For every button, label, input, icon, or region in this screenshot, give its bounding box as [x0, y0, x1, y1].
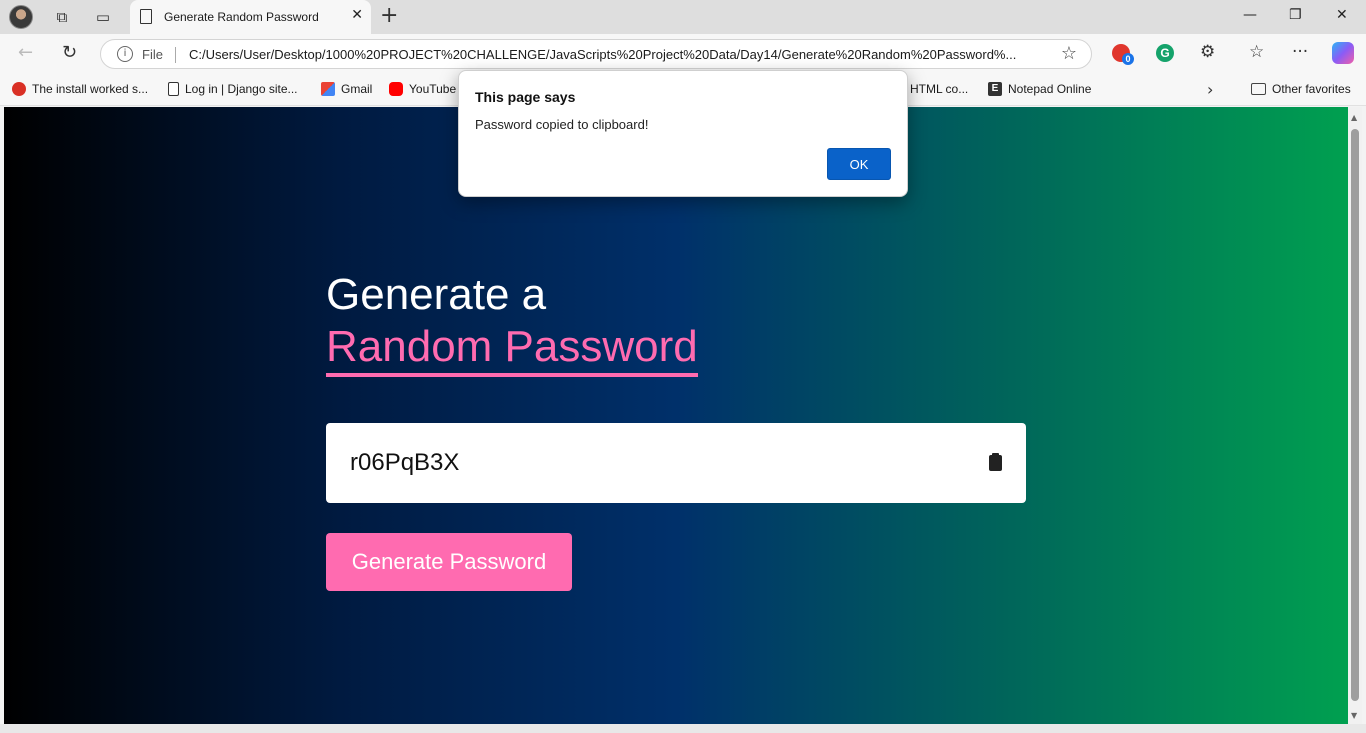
browser-window: ⧉ ▭ Generate Random Password ✕ + — ❐ ✕ ←… — [0, 0, 1366, 733]
alert-dialog: This page says Password copied to clipbo… — [458, 70, 908, 197]
address-divider — [175, 47, 176, 63]
heading-accent: Random Password — [326, 321, 698, 377]
ok-button[interactable]: OK — [827, 148, 891, 180]
folder-icon — [1251, 83, 1266, 95]
scroll-up-icon[interactable]: ▲ — [1351, 113, 1357, 122]
minimize-button[interactable]: — — [1243, 7, 1257, 23]
scroll-down-icon[interactable]: ▼ — [1351, 711, 1357, 720]
close-window-button[interactable]: ✕ — [1336, 7, 1348, 23]
chevron-right-icon[interactable]: › — [1207, 80, 1213, 99]
notepad-e-icon: E — [988, 82, 1002, 96]
bookmark-label: Notepad Online — [1008, 82, 1092, 96]
scrollbar-thumb[interactable] — [1351, 129, 1359, 701]
bookmark-label: The install worked s... — [32, 82, 149, 96]
youtube-icon — [389, 82, 403, 96]
page-icon — [140, 9, 152, 24]
page-viewport: Generate a Random Password r06PqB3X Gene… — [4, 107, 1348, 724]
navigation-bar: ← ↻ i File C:/Users/User/Desktop/1000%20… — [0, 34, 1366, 74]
info-icon[interactable]: i — [117, 46, 133, 62]
dialog-message: Password copied to clipboard! — [475, 117, 649, 132]
address-bar[interactable]: i File C:/Users/User/Desktop/1000%20PROJ… — [100, 39, 1092, 69]
bookmark-item[interactable]: Gmail — [321, 82, 372, 96]
extension-badge-count: 0 — [1122, 53, 1134, 65]
back-button[interactable]: ← — [18, 42, 33, 63]
reload-button[interactable]: ↻ — [62, 42, 77, 63]
other-favorites-button[interactable]: Other favorites — [1251, 82, 1351, 96]
close-tab-icon[interactable]: ✕ — [351, 7, 363, 23]
grammarly-icon[interactable]: G — [1156, 44, 1174, 62]
new-tab-button[interactable]: + — [380, 3, 398, 28]
bookmark-label: YouTube — [409, 82, 457, 96]
url-scheme: File — [142, 47, 163, 62]
workspaces-icon[interactable]: ⧉ — [50, 5, 74, 29]
gmail-icon — [321, 82, 335, 96]
bookmark-label: Log in | Django site... — [185, 82, 298, 96]
bookmark-item[interactable]: The install worked s... — [12, 82, 148, 96]
bookmark-label: Gmail — [341, 82, 373, 96]
bookmark-item[interactable]: E Notepad Online — [988, 82, 1091, 96]
bookmark-label: Other favorites — [1272, 82, 1351, 96]
dialog-title: This page says — [475, 89, 576, 105]
add-favorite-icon[interactable]: ☆ — [1061, 43, 1077, 64]
tab-generate-random-password[interactable]: Generate Random Password ✕ — [130, 0, 371, 34]
favorites-icon[interactable]: ☆ — [1249, 42, 1264, 62]
url-text[interactable]: C:/Users/User/Desktop/1000%20PROJECT%20C… — [189, 47, 1041, 62]
bookmark-item[interactable]: HTML co... — [910, 82, 968, 96]
restore-button[interactable]: ❐ — [1289, 7, 1302, 23]
copilot-icon[interactable] — [1332, 42, 1354, 64]
heading-line-1: Generate a — [326, 270, 547, 319]
tab-strip: ⧉ ▭ Generate Random Password ✕ + — ❐ ✕ — [0, 0, 1366, 34]
bookmark-item[interactable]: YouTube — [389, 82, 456, 96]
generate-password-button[interactable]: Generate Password — [326, 533, 572, 591]
extensions-icon[interactable]: ⚙ — [1200, 42, 1215, 62]
password-display: r06PqB3X — [326, 423, 1026, 503]
clipboard-icon[interactable] — [989, 453, 1002, 471]
bookmark-label: HTML co... — [910, 82, 969, 96]
tab-title: Generate Random Password — [164, 10, 319, 24]
password-value[interactable]: r06PqB3X — [350, 449, 459, 477]
window-bottom-edge — [0, 724, 1366, 733]
page-heading: Generate a Random Password — [326, 269, 698, 377]
profile-avatar[interactable] — [9, 5, 33, 29]
scrollbar[interactable]: ▲ ▼ — [1348, 107, 1362, 724]
vertical-tabs-icon[interactable]: ▭ — [91, 5, 115, 29]
django-red-icon — [12, 82, 26, 96]
page-icon — [168, 82, 179, 96]
extension-icon[interactable]: 0 — [1112, 44, 1134, 65]
more-options-icon[interactable]: ··· — [1292, 42, 1308, 62]
bookmark-item[interactable]: Log in | Django site... — [168, 82, 298, 96]
